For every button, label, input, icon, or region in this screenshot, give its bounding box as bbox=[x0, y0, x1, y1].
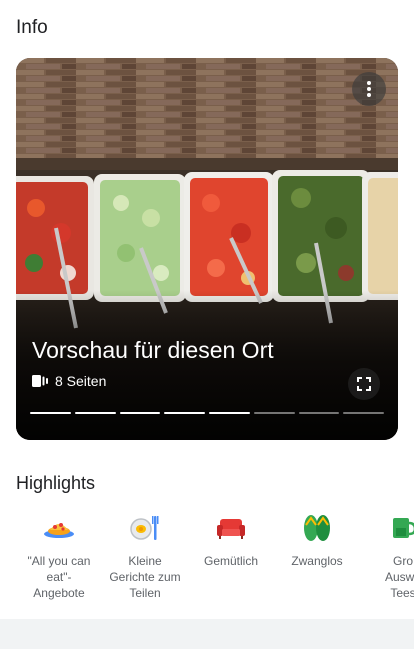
preview-title: Vorschau für diesen Ort bbox=[32, 337, 274, 363]
fullscreen-button[interactable] bbox=[348, 368, 380, 400]
highlights-list: "All you can eat"- Angebote Kleine Geric… bbox=[16, 510, 414, 610]
pizza-plate-icon bbox=[41, 510, 77, 546]
highlight-tea[interactable]: Gro Auswa Tees bbox=[360, 510, 414, 601]
progress-segment bbox=[30, 412, 71, 414]
small-plates-icon bbox=[127, 510, 163, 546]
pages-count: 8 Seiten bbox=[55, 373, 107, 389]
card-gradient bbox=[16, 290, 398, 440]
story-progress bbox=[30, 412, 384, 414]
highlights-heading: Highlights bbox=[16, 473, 96, 493]
stories-icon bbox=[32, 375, 48, 387]
more-options-button[interactable] bbox=[352, 72, 386, 106]
info-heading: Info bbox=[16, 17, 48, 38]
place-preview-card[interactable]: Vorschau für diesen Ort 8 Seiten bbox=[16, 58, 398, 440]
progress-segment bbox=[298, 412, 340, 414]
more-vert-icon bbox=[367, 81, 371, 97]
tea-icon bbox=[385, 510, 414, 546]
sofa-icon bbox=[213, 510, 249, 546]
progress-segment bbox=[209, 412, 250, 414]
progress-segment bbox=[119, 412, 161, 414]
highlight-cozy[interactable]: Gemütlich bbox=[188, 510, 274, 569]
highlight-casual[interactable]: Zwanglos bbox=[274, 510, 360, 569]
progress-segment bbox=[164, 412, 205, 414]
highlight-label: Zwanglos bbox=[291, 554, 343, 568]
flip-flops-icon bbox=[299, 510, 335, 546]
highlight-label: "All you can eat"- Angebote bbox=[27, 554, 91, 600]
progress-segment bbox=[74, 412, 116, 414]
highlight-label: Gemütlich bbox=[203, 554, 259, 568]
progress-segment bbox=[253, 412, 295, 414]
pages-indicator: 8 Seiten bbox=[32, 373, 106, 389]
highlight-all-you-can-eat[interactable]: "All you can eat"- Angebote bbox=[16, 510, 102, 601]
highlight-label: Kleine Gerichte zum Teilen bbox=[109, 554, 181, 600]
progress-segment bbox=[343, 412, 384, 414]
fullscreen-icon bbox=[357, 377, 371, 391]
bottom-divider-band bbox=[0, 619, 414, 649]
highlight-small-plates[interactable]: Kleine Gerichte zum Teilen bbox=[102, 510, 188, 601]
highlight-label: Gro Auswa Tees bbox=[384, 554, 414, 600]
